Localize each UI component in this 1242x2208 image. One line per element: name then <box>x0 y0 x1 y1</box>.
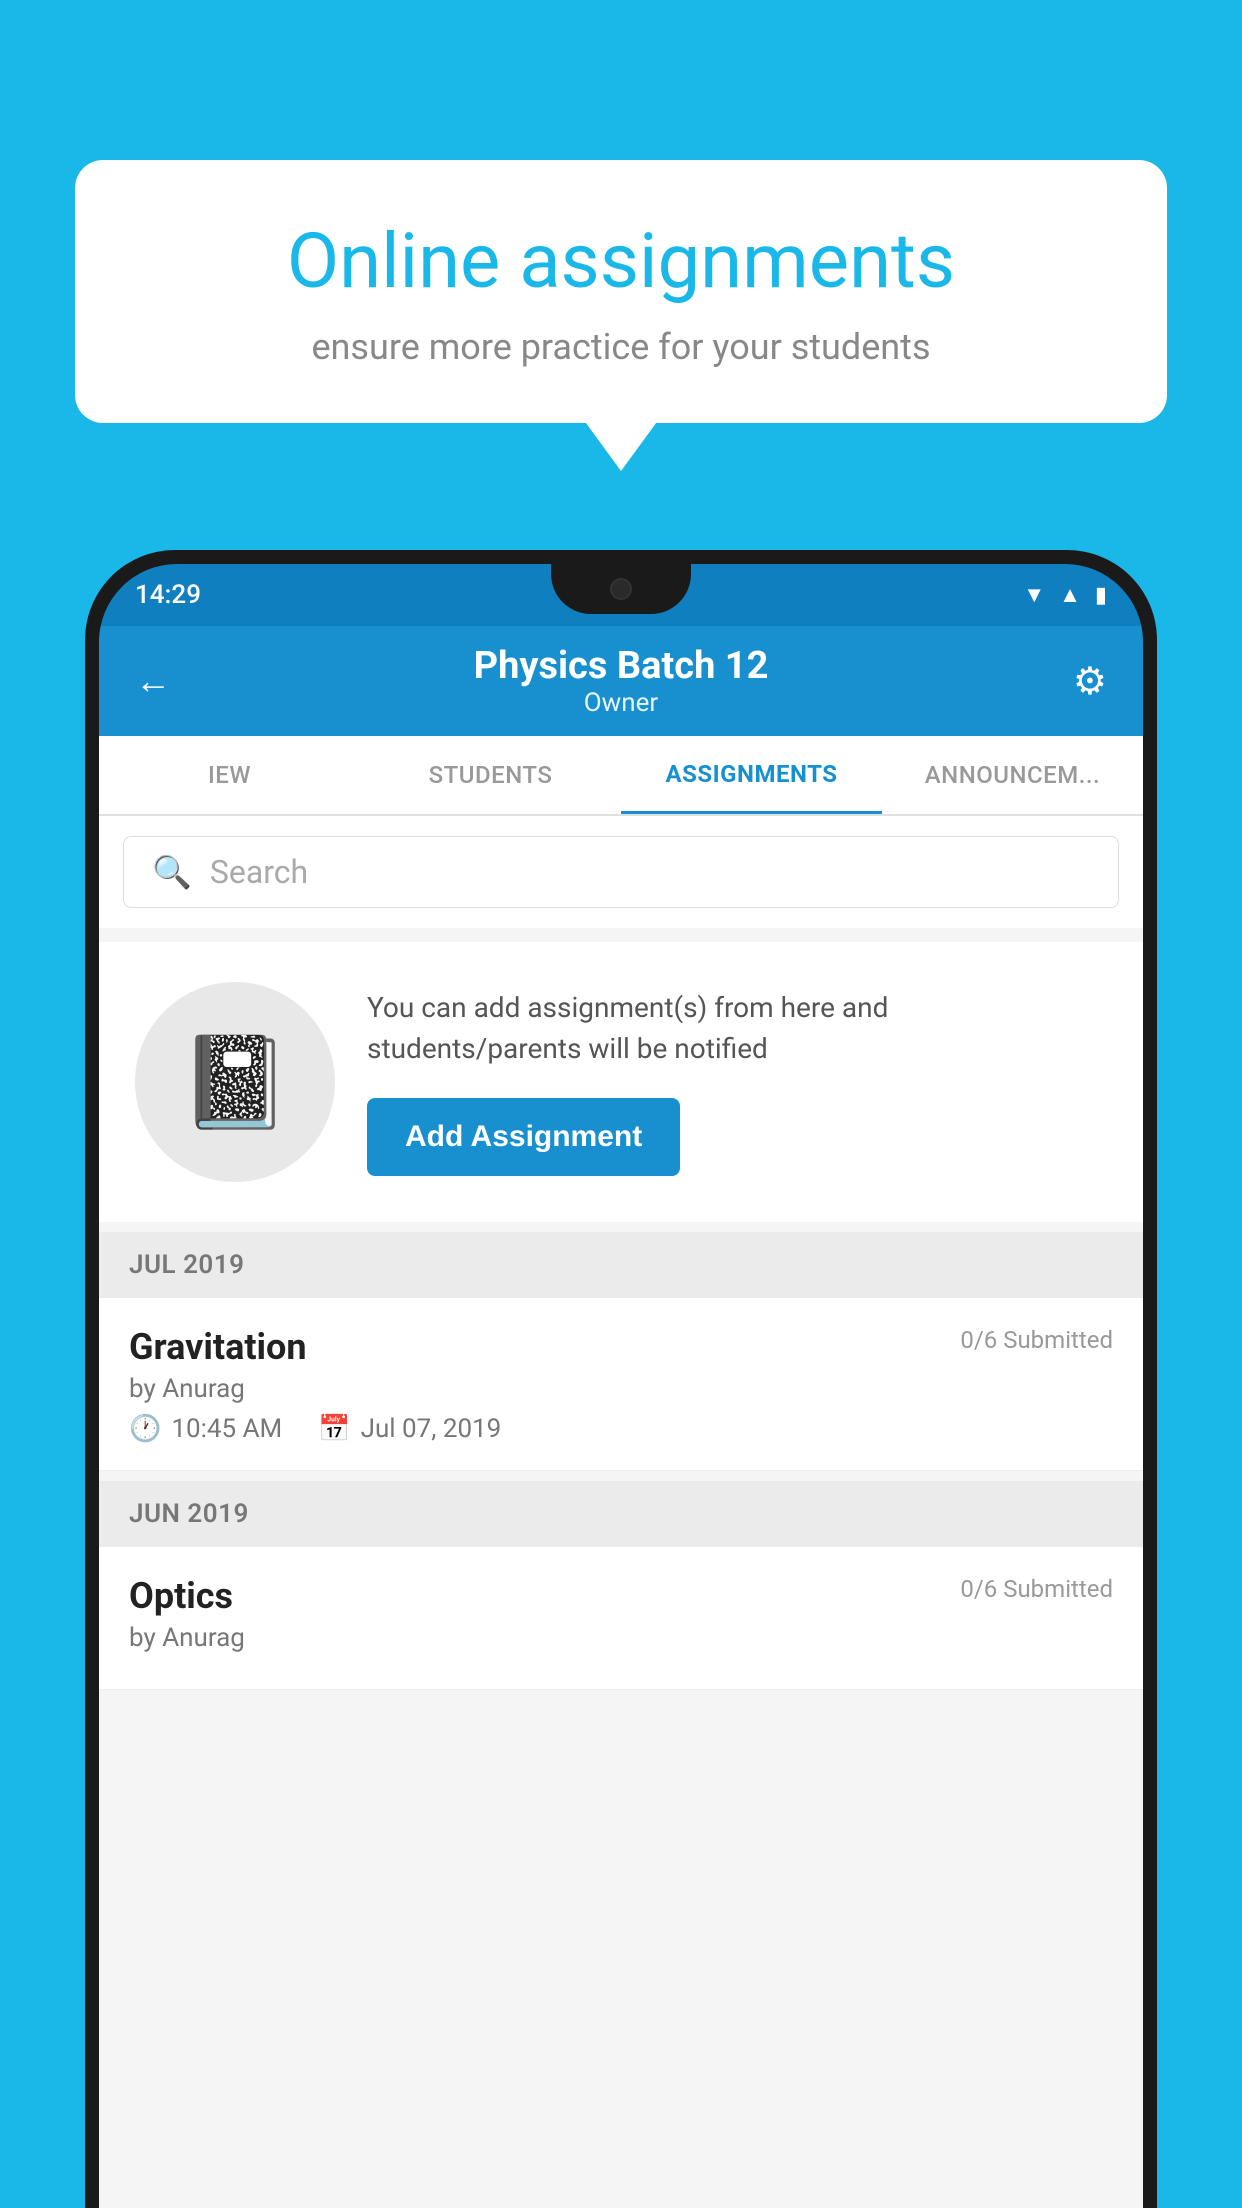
assignment-item-optics[interactable]: Optics 0/6 Submitted by Anurag <box>99 1547 1143 1690</box>
calendar-icon: 📅 <box>318 1414 350 1444</box>
speech-bubble-container: Online assignments ensure more practice … <box>75 160 1167 423</box>
search-bar[interactable]: 🔍 Search <box>123 836 1119 908</box>
tabs-bar: IEW STUDENTS ASSIGNMENTS ANNOUNCEM... <box>99 736 1143 816</box>
promo-text-area: You can add assignment(s) from here and … <box>367 988 1103 1175</box>
status-icons: ▼ ▲ ▮ <box>1023 582 1107 608</box>
battery-icon: ▮ <box>1095 583 1107 608</box>
screen-content: 🔍 Search 📓 You can add assignment(s) fro… <box>99 816 1143 2208</box>
back-button[interactable]: ← <box>135 660 171 702</box>
status-time: 14:29 <box>135 580 201 610</box>
assignment-submitted-gravitation: 0/6 Submitted <box>960 1326 1113 1354</box>
speech-bubble-subtitle: ensure more practice for your students <box>145 326 1097 368</box>
notch <box>551 564 691 614</box>
assignment-date-gravitation: Jul 07, 2019 <box>361 1414 502 1444</box>
tab-assignments[interactable]: ASSIGNMENTS <box>621 736 882 814</box>
assignment-meta-gravitation: 🕐 10:45 AM 📅 Jul 07, 2019 <box>129 1414 1113 1444</box>
clock-icon: 🕐 <box>129 1414 161 1444</box>
assignment-by-gravitation: by Anurag <box>129 1374 1113 1404</box>
signal-icon: ▲ <box>1059 582 1081 608</box>
app-header: ← Physics Batch 12 Owner ⚙ <box>99 626 1143 736</box>
assignment-top-row-optics: Optics 0/6 Submitted <box>129 1575 1113 1617</box>
add-assignment-button[interactable]: Add Assignment <box>367 1098 680 1176</box>
promo-description: You can add assignment(s) from here and … <box>367 988 1103 1069</box>
assignment-name-optics: Optics <box>129 1575 233 1617</box>
settings-icon[interactable]: ⚙ <box>1073 659 1107 704</box>
tab-announcements[interactable]: ANNOUNCEM... <box>882 736 1143 814</box>
section-header-jun: JUN 2019 <box>99 1481 1143 1547</box>
phone-frame: 14:29 ▼ ▲ ▮ ← Physics Batch 12 Owner ⚙ I… <box>85 550 1157 2208</box>
promo-section: 📓 You can add assignment(s) from here an… <box>99 942 1143 1222</box>
tab-students[interactable]: STUDENTS <box>360 736 621 814</box>
meta-date-gravitation: 📅 Jul 07, 2019 <box>318 1414 501 1444</box>
assignment-item-gravitation[interactable]: Gravitation 0/6 Submitted by Anurag 🕐 10… <box>99 1298 1143 1471</box>
phone-inner: 14:29 ▼ ▲ ▮ ← Physics Batch 12 Owner ⚙ I… <box>99 564 1143 2208</box>
speech-bubble: Online assignments ensure more practice … <box>75 160 1167 423</box>
assignment-name-gravitation: Gravitation <box>129 1326 307 1368</box>
assignment-top-row: Gravitation 0/6 Submitted <box>129 1326 1113 1368</box>
section-header-jul: JUL 2019 <box>99 1232 1143 1298</box>
wifi-icon: ▼ <box>1023 582 1045 608</box>
assignment-by-optics: by Anurag <box>129 1623 1113 1653</box>
search-icon: 🔍 <box>152 853 192 891</box>
header-center: Physics Batch 12 Owner <box>474 644 769 718</box>
promo-icon-circle: 📓 <box>135 982 335 1182</box>
meta-time-gravitation: 🕐 10:45 AM <box>129 1414 282 1444</box>
assignment-submitted-optics: 0/6 Submitted <box>960 1575 1113 1603</box>
notebook-icon: 📓 <box>179 1030 291 1135</box>
speech-bubble-title: Online assignments <box>145 220 1097 304</box>
search-placeholder-text: Search <box>210 853 308 891</box>
status-bar: 14:29 ▼ ▲ ▮ <box>99 564 1143 626</box>
front-camera <box>610 578 632 600</box>
batch-title: Physics Batch 12 <box>474 644 769 688</box>
tab-iew[interactable]: IEW <box>99 736 360 814</box>
assignment-time-gravitation: 10:45 AM <box>171 1414 282 1444</box>
batch-role: Owner <box>474 688 769 718</box>
search-container: 🔍 Search <box>99 816 1143 928</box>
